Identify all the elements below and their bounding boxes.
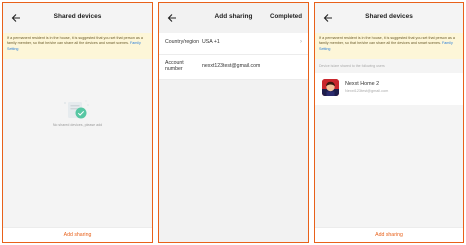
user-avatar-icon (322, 79, 339, 96)
empty-state-text: No shared devices, please add (52, 123, 103, 127)
avatar (322, 79, 339, 96)
chevron-right-icon: › (300, 39, 302, 45)
family-notice: If a permanent resident is in the house,… (315, 33, 463, 59)
shared-user-email: Nexxt123test@gmail.com (345, 89, 389, 93)
account-number-row: Account number nexxt123test@gmail.com (159, 55, 308, 80)
add-sharing-screen: Add sharing Completed Country/region USA… (158, 2, 309, 243)
account-number-field[interactable]: nexxt123test@gmail.com (202, 63, 260, 69)
page-title: Shared devices (365, 13, 413, 20)
footer-bar: Add sharing (315, 227, 463, 242)
country-region-value: USA +1 (202, 39, 220, 45)
footer-bar: Add sharing (3, 227, 152, 242)
page-title: Shared devices (53, 13, 102, 20)
notice-text: If a permanent resident is in the house,… (7, 36, 143, 46)
shared-user-row[interactable]: Nexxt Home 2 Nexxt123test@gmail.com (315, 73, 463, 105)
family-notice: If a permanent resident is in the house,… (3, 33, 152, 59)
shared-devices-empty-screen: Shared devices If a permanent resident i… (2, 2, 153, 243)
sharing-form: Country/region USA +1 › Account number n… (159, 33, 308, 80)
add-sharing-button[interactable]: Add sharing (315, 232, 463, 238)
header: Add sharing Completed (159, 3, 308, 33)
header: Shared devices (315, 3, 463, 33)
shared-user-name: Nexxt Home 2 (345, 81, 380, 87)
shared-users-section-label: Device is/are shared to the following us… (319, 64, 385, 68)
notice-text: If a permanent resident is in the house,… (319, 36, 455, 46)
add-sharing-button[interactable]: Add sharing (3, 232, 152, 238)
country-region-label: Country/region (165, 39, 200, 45)
country-region-row[interactable]: Country/region USA +1 › (159, 33, 308, 55)
header: Shared devices (3, 3, 152, 33)
completed-button[interactable]: Completed (270, 13, 302, 20)
shared-devices-list-screen: Shared devices If a permanent resident i… (314, 2, 464, 243)
account-number-label: Account number (165, 60, 184, 72)
